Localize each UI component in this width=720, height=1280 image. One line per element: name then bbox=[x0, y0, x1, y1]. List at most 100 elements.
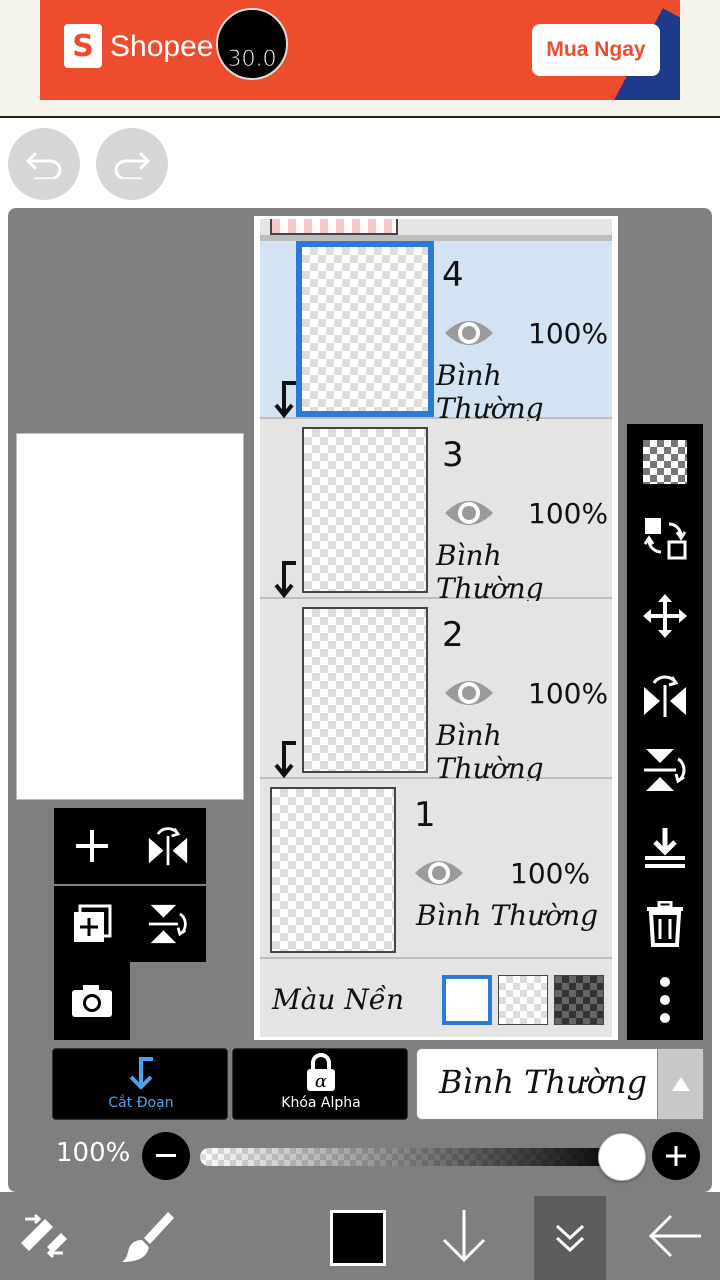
dropdown-arrow-button[interactable] bbox=[657, 1049, 703, 1119]
undo-icon bbox=[25, 151, 62, 179]
eye-icon[interactable] bbox=[442, 493, 496, 533]
lock-icon: α bbox=[307, 1053, 335, 1092]
clip-arrow-blue-icon bbox=[129, 1057, 153, 1090]
layer-thumbnail[interactable] bbox=[296, 241, 434, 417]
alpha-lock-button[interactable]: α Khóa Alpha bbox=[232, 1048, 408, 1120]
transparency-checker-button[interactable] bbox=[627, 426, 703, 498]
shopee-bag-icon: S bbox=[64, 24, 102, 68]
brush-tool-button[interactable] bbox=[112, 1192, 184, 1280]
layer-name: 2 bbox=[442, 615, 464, 655]
layers-menu-button[interactable] bbox=[534, 1196, 606, 1280]
layer-row-1[interactable]: 1 100% Bình Thường bbox=[260, 781, 612, 959]
ad-brand: Shopee bbox=[110, 30, 214, 63]
layer-thumbnail[interactable] bbox=[270, 787, 396, 953]
layer-blend-mode: Bình Thường bbox=[436, 539, 544, 605]
layers-panel[interactable]: 4 100% Bình Thường 3 100% Bình Thường 2 … bbox=[254, 216, 618, 1040]
layer-thumbnail[interactable] bbox=[302, 427, 428, 593]
brush-icon bbox=[122, 1212, 174, 1262]
duplicate-icon bbox=[74, 904, 112, 942]
layer-blend-mode: Bình Thường bbox=[436, 719, 544, 785]
opacity-label: 100% bbox=[56, 1138, 131, 1168]
layer-peek-thumbnail bbox=[270, 219, 398, 235]
background-transparent-option[interactable] bbox=[498, 975, 548, 1025]
layer-blend-mode: Bình Thường bbox=[416, 899, 599, 932]
undo-button[interactable] bbox=[8, 128, 80, 200]
clip-arrow-icon bbox=[274, 561, 296, 599]
flip-canvas-horizontal-button[interactable] bbox=[130, 808, 206, 884]
redo-button[interactable] bbox=[96, 128, 168, 200]
flip-horizontal-button[interactable] bbox=[627, 660, 703, 732]
more-vertical-icon bbox=[660, 977, 670, 1023]
eye-icon[interactable] bbox=[442, 313, 496, 353]
current-color-swatch[interactable] bbox=[330, 1210, 386, 1266]
blend-mode-value: Bình Thường bbox=[439, 1063, 648, 1101]
layer-tools-column bbox=[627, 424, 703, 1040]
layer-opacity: 100% bbox=[528, 497, 609, 530]
clipping-label: Cắt Đoạn bbox=[108, 1095, 174, 1111]
layer-blend-mode: Bình Thường bbox=[436, 359, 544, 425]
brush-size-indicator[interactable]: 30.0 bbox=[216, 8, 288, 80]
layer-opacity: 100% bbox=[528, 677, 609, 710]
opacity-slider-knob[interactable] bbox=[598, 1133, 646, 1181]
layer-row-4[interactable]: 4 100% Bình Thường bbox=[260, 241, 612, 425]
brush-size-value: 30.0 bbox=[227, 47, 277, 73]
arrow-down-icon bbox=[442, 1210, 486, 1263]
triangle-up-icon bbox=[671, 1077, 690, 1091]
back-button[interactable] bbox=[636, 1192, 714, 1280]
layer-actions-block bbox=[54, 808, 208, 1040]
duplicate-layer-button[interactable] bbox=[54, 886, 130, 962]
background-dark-checker-option[interactable] bbox=[554, 975, 604, 1025]
opacity-increase-button[interactable] bbox=[652, 1132, 700, 1180]
flip-canvas-vertical-button[interactable] bbox=[130, 886, 206, 962]
scroll-down-button[interactable] bbox=[428, 1192, 500, 1280]
delete-layer-button[interactable] bbox=[627, 888, 703, 960]
shopee-ad[interactable]: S Shopee Mua Ngay bbox=[40, 0, 680, 100]
layer-row-3[interactable]: 3 100% Bình Thường bbox=[260, 421, 612, 605]
flip-vertical-button[interactable] bbox=[627, 734, 703, 806]
transform-tool-button[interactable] bbox=[8, 1192, 80, 1280]
clip-arrow-icon bbox=[274, 741, 296, 779]
flip-horizontal-icon bbox=[644, 675, 686, 717]
flip-vertical-icon bbox=[644, 749, 686, 791]
merge-down-button[interactable] bbox=[627, 812, 703, 884]
buy-now-button[interactable]: Mua Ngay bbox=[532, 24, 660, 76]
opacity-decrease-button[interactable] bbox=[142, 1132, 190, 1180]
layer-row-2[interactable]: 2 100% Bình Thường bbox=[260, 601, 612, 785]
eye-icon[interactable] bbox=[442, 673, 496, 713]
eye-icon[interactable] bbox=[412, 853, 466, 893]
background-color-row: Màu Nền bbox=[260, 961, 612, 1037]
move-button[interactable] bbox=[627, 580, 703, 652]
canvas-preview[interactable] bbox=[16, 433, 244, 800]
checkerboard-icon bbox=[643, 440, 687, 484]
chevron-double-down-icon bbox=[555, 1224, 585, 1252]
flip-vertical-icon bbox=[148, 904, 187, 944]
redo-icon bbox=[114, 151, 151, 179]
layer-name: 3 bbox=[442, 435, 464, 475]
add-layer-button[interactable] bbox=[54, 808, 130, 884]
more-options-button[interactable] bbox=[627, 964, 703, 1036]
move-icon bbox=[643, 594, 687, 638]
layer-name: 4 bbox=[442, 255, 464, 295]
flip-horizontal-icon bbox=[148, 827, 188, 866]
plus-icon bbox=[666, 1146, 686, 1166]
minus-icon bbox=[156, 1154, 176, 1157]
camera-button[interactable] bbox=[54, 962, 130, 1040]
clipping-button[interactable]: Cắt Đoạn bbox=[52, 1048, 228, 1120]
opacity-slider-track[interactable] bbox=[200, 1148, 630, 1166]
layer-opacity: 100% bbox=[510, 857, 591, 890]
layers-list: 4 100% Bình Thường 3 100% Bình Thường 2 … bbox=[260, 219, 612, 1037]
alpha-lock-label: Khóa Alpha bbox=[281, 1095, 361, 1111]
plus-icon bbox=[76, 830, 108, 862]
swap-icon bbox=[643, 518, 687, 560]
ad-banner-area: S Shopee Mua Ngay bbox=[0, 0, 720, 118]
background-white-option[interactable] bbox=[442, 975, 492, 1025]
blend-mode-dropdown[interactable]: Bình Thường bbox=[416, 1048, 704, 1120]
layer-thumbnail[interactable] bbox=[302, 607, 428, 773]
swap-layer-button[interactable] bbox=[627, 502, 703, 574]
svg-text:α: α bbox=[315, 1071, 327, 1092]
arrow-left-icon bbox=[648, 1214, 701, 1258]
camera-icon bbox=[72, 985, 112, 1017]
trash-icon bbox=[647, 901, 683, 947]
transform-tool-icon bbox=[21, 1213, 67, 1259]
background-color-label: Màu Nền bbox=[272, 983, 405, 1016]
